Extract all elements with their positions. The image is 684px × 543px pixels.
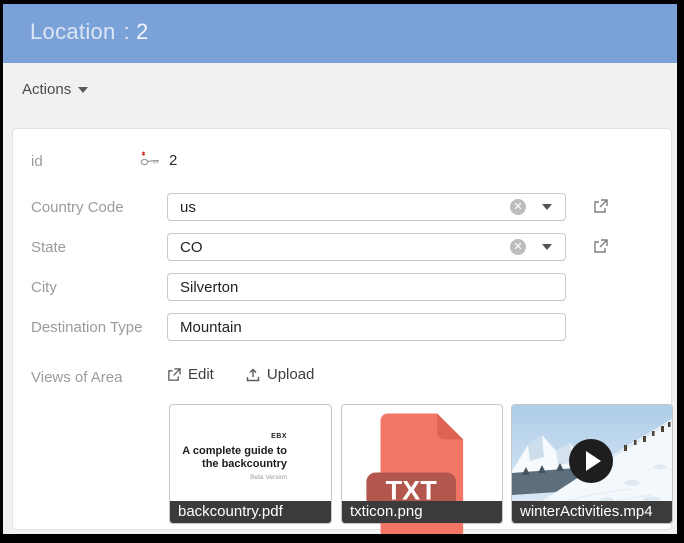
pdf-preview-title: A complete guide to the backcountry (182, 445, 287, 470)
record-form-card: id 2 Country Code ✕ State (12, 128, 673, 534)
field-label-country-code: Country Code (31, 199, 124, 216)
state-combo: ✕ (167, 233, 566, 261)
open-record-link-icon[interactable] (593, 239, 609, 255)
destination-type-input[interactable] (167, 313, 566, 341)
actions-menu-button[interactable]: Actions (22, 81, 89, 98)
clear-icon[interactable]: ✕ (510, 239, 526, 255)
destination-type-field (167, 313, 566, 341)
chevron-down-icon (78, 86, 89, 93)
attachment-thumbnail-video[interactable]: winterActivities.mp4 (511, 404, 673, 524)
field-label-state: State (31, 239, 67, 256)
attachment-filename: backcountry.pdf (170, 501, 331, 523)
edit-button-label: Edit (188, 366, 214, 383)
country-code-input[interactable] (167, 193, 566, 221)
play-button-icon[interactable] (569, 439, 613, 483)
toolbar: Actions (3, 63, 677, 118)
page-title-record-id: 2 (136, 19, 149, 44)
field-value-id: 2 (169, 152, 178, 169)
pdf-preview: EBX A complete guide to the backcountry … (182, 433, 287, 481)
open-record-link-icon[interactable] (593, 199, 609, 215)
dropdown-caret-icon[interactable] (542, 244, 552, 250)
attachment-thumbnail-pdf[interactable]: EBX A complete guide to the backcountry … (169, 404, 332, 524)
pdf-preview-brand: EBX (271, 433, 287, 440)
field-label-id: id (31, 153, 43, 170)
record-header: Location:2 (3, 4, 677, 63)
primary-key-icon (139, 151, 161, 169)
app-window: Location:2 Actions id 2 Country Code us … (3, 4, 677, 534)
attachment-filename: txticon.png (342, 501, 502, 523)
upload-button-label: Upload (266, 366, 315, 383)
page-title-separator: : (123, 19, 130, 44)
upload-icon (246, 368, 260, 381)
city-field (167, 273, 566, 301)
attachment-thumbnail-txt[interactable]: TXT txticon.png (341, 404, 503, 534)
external-link-icon (168, 367, 181, 381)
field-label-views-of-area: Views of Area (31, 369, 123, 386)
actions-menu-label: Actions (22, 81, 72, 98)
page-title-table: Location (30, 19, 116, 44)
country-code-combo: ✕ (167, 193, 566, 221)
clear-icon[interactable]: ✕ (510, 199, 526, 215)
media-actions: Edit Upload (167, 366, 314, 383)
attachment-filename: winterActivities.mp4 (512, 501, 672, 523)
pdf-preview-subtitle: Beta Version (250, 474, 287, 481)
dropdown-caret-icon[interactable] (542, 204, 552, 210)
screenshot-frame: Location:2 Actions id 2 Country Code us … (0, 0, 684, 543)
upload-button[interactable]: Upload (246, 366, 315, 383)
field-label-city: City (31, 279, 57, 296)
city-input[interactable] (167, 273, 566, 301)
edit-button[interactable]: Edit (167, 366, 214, 383)
field-label-destination-type: Destination Type (31, 319, 143, 336)
state-input[interactable] (167, 233, 566, 261)
page-title: Location:2 (30, 19, 149, 45)
